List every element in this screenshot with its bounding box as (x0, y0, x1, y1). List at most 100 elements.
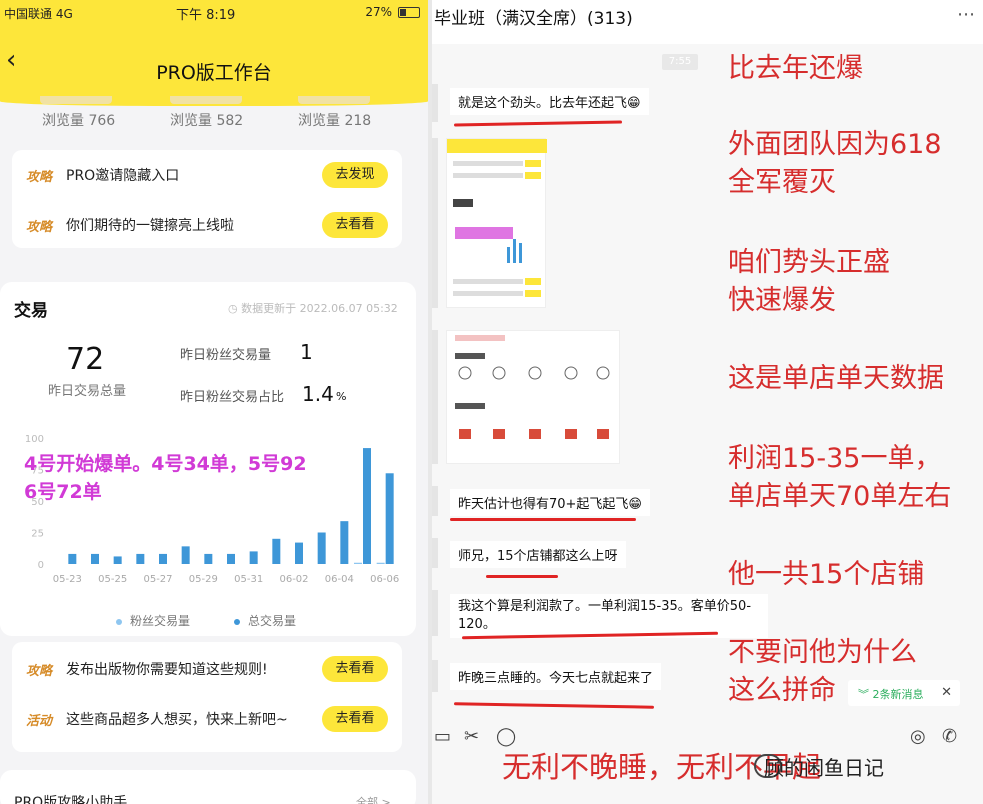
folder-icon[interactable]: ▭ (434, 726, 451, 747)
view-count: 浏览量 218 (298, 113, 372, 129)
avatar[interactable] (432, 590, 438, 636)
fan-ratio-value: 1.4 (302, 382, 334, 406)
battery-percent: 27% (365, 5, 392, 19)
bar-total[interactable] (159, 553, 167, 564)
time-badge: 7:55 (662, 54, 698, 70)
promo-text: 你们期待的一键擦亮上线啦 (66, 218, 234, 234)
bar-total[interactable] (227, 553, 235, 564)
phone-screen: 中国联通 4G 下午 8:19 27% ‹ PRO版工作台 浏览量 766 浏览… (0, 0, 428, 804)
avatar[interactable] (432, 538, 438, 568)
bar-fan[interactable] (354, 562, 362, 564)
chat-message[interactable]: 昨晚三点睡的。今天七点就起来了 (450, 663, 662, 690)
view-card-tab[interactable] (170, 96, 242, 104)
view-button[interactable]: 去看看 (322, 656, 388, 682)
total-trade-value: 72 (66, 342, 105, 377)
chat-message[interactable]: 就是这个劲头。比去年还起飞😁 (450, 88, 649, 115)
fan-ratio-label: 昨日粉丝交易占比 (180, 390, 285, 405)
see-all-link[interactable]: 全部 > (356, 794, 391, 804)
bar-total[interactable] (363, 448, 371, 564)
scissors-icon[interactable]: ✂ (464, 726, 479, 747)
phone-icon[interactable]: ✆ (942, 726, 957, 747)
y-tick-label: 0 (38, 560, 44, 571)
legend-dot-icon (116, 618, 122, 625)
chat-icon[interactable]: ◯ (496, 726, 516, 747)
clock: 下午 8:19 (176, 8, 236, 23)
promo-tag: 攻略 (26, 664, 53, 679)
view-button[interactable]: 去看看 (322, 212, 388, 238)
new-messages-count: 2条新消息 (872, 688, 924, 701)
thumbnail-image (455, 335, 610, 439)
screenshot-root: 中国联通 4G 下午 8:19 27% ‹ PRO版工作台 浏览量 766 浏览… (0, 0, 983, 804)
annotation-text: 单店单天70单左右 (728, 481, 952, 512)
overlay-note: 4号开始爆单。4号34单，5号92 6号72单 (24, 450, 307, 506)
bar-fan[interactable] (376, 562, 385, 564)
promo-card-top: 攻略 PRO邀请隐藏入口 去发现 攻略 你们期待的一键擦亮上线啦 去看看 (12, 150, 402, 248)
network-type: 4G (55, 7, 73, 21)
new-messages-badge[interactable]: ︾ 2条新消息 ✕ (848, 680, 960, 706)
promo-text: 这些商品超多人想买，快来上新吧~ (66, 712, 288, 728)
chat-header: 毕业班（满汉全席）(313) ⋯ (432, 0, 983, 44)
bar-total[interactable] (113, 556, 122, 564)
x-tick-label: 05-31 (234, 574, 263, 585)
promo-card-bottom: 攻略 发布出版物你需要知道这些规则! 去看看 活动 这些商品超多人想买，快来上新… (12, 642, 402, 752)
view-counts: 浏览量 766 浏览量 582 浏览量 218 (0, 96, 428, 138)
double-chevron-down-icon: ︾ (858, 688, 873, 701)
avatar[interactable] (432, 84, 438, 122)
overlay-line: 6号72单 (24, 481, 102, 503)
annotation-text: 这是单店单天数据 (728, 363, 944, 394)
promo-row[interactable]: 活动 这些商品超多人想买，快来上新吧~ 去看看 (12, 694, 402, 742)
view-button[interactable]: 去看看 (322, 706, 388, 732)
bar-total[interactable] (204, 553, 213, 564)
chat-message[interactable]: 我这个算是利润款了。一单利润15-35。客单价50-120。 (450, 594, 768, 638)
page-title: PRO版工作台 (156, 62, 272, 84)
screenshot-thumbnail[interactable] (446, 138, 547, 308)
promo-tag: 攻略 (26, 220, 53, 235)
bar-total[interactable] (91, 553, 99, 564)
battery-icon (398, 7, 420, 18)
legend-dot-icon (234, 618, 240, 625)
carrier-label: 中国联通 4G (4, 5, 73, 22)
more-horizontal-icon[interactable]: ⋯ (957, 4, 975, 25)
total-trade-label: 昨日交易总量 (48, 384, 127, 399)
bar-total[interactable] (317, 532, 326, 565)
bar-total[interactable] (249, 551, 258, 564)
annotation-text: 快速爆发 (728, 285, 836, 316)
underline-mark (453, 702, 655, 709)
promo-row[interactable]: 攻略 你们期待的一键擦亮上线啦 去看看 (12, 200, 402, 248)
bar-total[interactable] (385, 473, 394, 564)
bar-total[interactable] (181, 546, 190, 564)
view-card-tab[interactable] (40, 96, 112, 104)
x-tick-label: 05-23 (53, 574, 82, 585)
clock-icon: ◷ (228, 302, 238, 315)
x-tick-label: 05-25 (98, 574, 127, 585)
bar-total[interactable] (136, 553, 145, 564)
avatar[interactable] (432, 330, 438, 464)
carrier-name: 中国联通 (4, 7, 53, 21)
nav-bar: ‹ PRO版工作台 (0, 24, 428, 96)
chat-title: 毕业班（满汉全席）(313) (434, 9, 633, 29)
view-count: 浏览量 582 (170, 113, 244, 129)
promo-row[interactable]: 攻略 发布出版物你需要知道这些规则! 去看看 (12, 644, 402, 692)
legend-label: 粉丝交易量 (130, 614, 191, 628)
x-tick-label: 05-27 (143, 574, 172, 585)
guide-helper-card[interactable]: PRO版攻略小助手 全部 > (0, 770, 416, 804)
chat-message[interactable]: 师兄，15个店铺都这么上呀 (450, 541, 626, 568)
close-icon[interactable]: ✕ (941, 685, 952, 700)
bar-total[interactable] (340, 521, 349, 564)
view-card-tab[interactable] (298, 96, 370, 104)
avatar[interactable] (432, 486, 438, 516)
legend-label: 总交易量 (248, 614, 297, 628)
avatar[interactable] (432, 138, 438, 308)
bar-total[interactable] (295, 542, 303, 564)
bar-total[interactable] (272, 538, 281, 564)
chat-message[interactable]: 昨天估计也得有70+起飞起飞😁 (450, 489, 650, 516)
thumbnail-image (447, 139, 547, 297)
promo-row[interactable]: 攻略 PRO邀请隐藏入口 去发现 (12, 150, 402, 198)
screenshot-thumbnail[interactable] (446, 330, 620, 464)
discover-button[interactable]: 去发现 (322, 162, 388, 188)
avatar[interactable] (432, 660, 438, 692)
x-tick-label: 05-29 (189, 574, 218, 585)
camera-icon[interactable]: ◎ (910, 726, 926, 747)
underline-mark (450, 518, 636, 521)
bar-total[interactable] (68, 553, 77, 564)
